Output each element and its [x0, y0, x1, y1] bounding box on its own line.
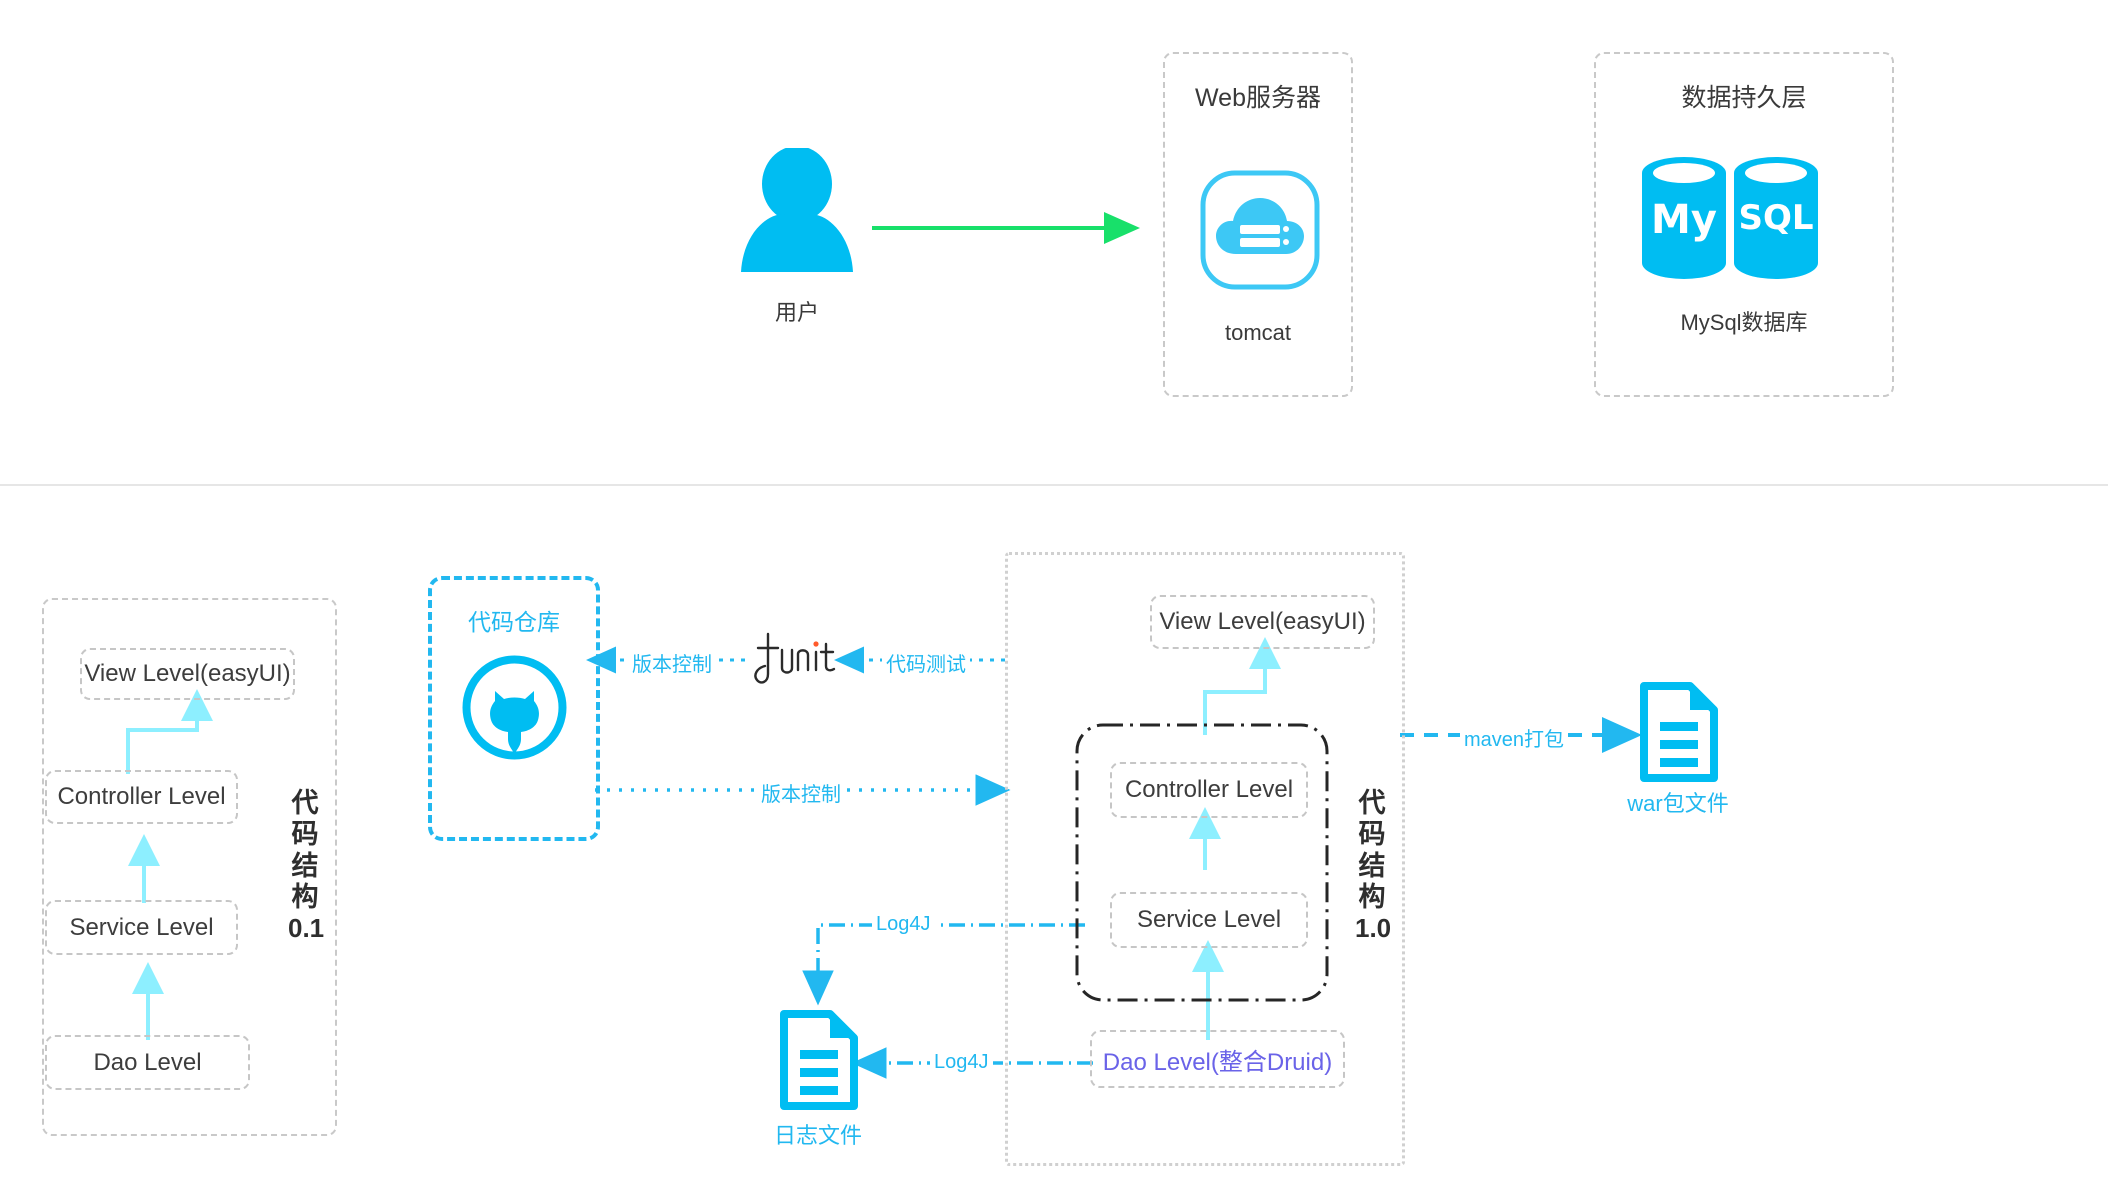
- code-structure-v10-label: 代 码 结 构 1.0: [1355, 788, 1392, 944]
- cloud-server-icon: [1200, 170, 1320, 290]
- vlabel-char: 构: [1358, 881, 1386, 912]
- mysql-icon: My SQL: [1640, 155, 1820, 280]
- vlabel-version: 0.1: [288, 913, 325, 944]
- level-label: Service Level: [1136, 906, 1282, 933]
- edge-label-version-control-main: 版本控制: [757, 778, 845, 807]
- level-label: Dao Level(整合Druid): [1102, 1048, 1333, 1076]
- level-controller-v01: Controller Level: [45, 770, 238, 824]
- vlabel-char: 码: [1358, 819, 1386, 850]
- edge-label-code-test: 代码测试: [882, 648, 970, 677]
- edge-label-log4j-dao: Log4J: [930, 1051, 993, 1074]
- mysql-logo-left: My: [1651, 197, 1717, 243]
- edge-label-log4j-service: Log4J: [872, 913, 935, 936]
- tomcat-label: tomcat: [1224, 320, 1292, 345]
- vlabel-char: 结: [291, 850, 319, 881]
- level-controller-v10: Controller Level: [1110, 762, 1308, 818]
- user-label: 用户: [774, 300, 819, 325]
- log-file-label: 日志文件: [773, 1123, 862, 1148]
- level-dao-v10: Dao Level(整合Druid): [1090, 1030, 1345, 1088]
- level-view-v01: View Level(easyUI): [80, 648, 295, 700]
- level-label: Service Level: [69, 913, 214, 941]
- level-label: Dao Level: [93, 1048, 202, 1076]
- architecture-diagram: 用户 Web服务器 tomcat 数据持久层 My SQL MySql数据库 V…: [0, 0, 2108, 1192]
- level-service-v10: Service Level: [1110, 892, 1308, 948]
- vlabel-char: 代: [1358, 788, 1386, 818]
- mysql-logo-right: SQL: [1738, 198, 1813, 238]
- level-service-v01: Service Level: [45, 900, 238, 955]
- vlabel-char: 码: [291, 819, 319, 850]
- level-dao-v01: Dao Level: [45, 1035, 250, 1090]
- level-label: View Level(easyUI): [84, 660, 291, 687]
- vlabel-char: 代: [291, 788, 319, 818]
- edge-label-maven-package: maven打包: [1460, 723, 1569, 752]
- edge-label-version-control-top: 版本控制: [628, 648, 716, 677]
- vlabel-version: 1.0: [1355, 913, 1392, 944]
- vlabel-char: 构: [291, 881, 319, 912]
- code-repository-title: 代码仓库: [468, 609, 560, 635]
- war-file-label: war包文件: [1627, 791, 1729, 816]
- vlabel-char: 结: [1358, 850, 1386, 881]
- level-label: Controller Level: [57, 783, 226, 810]
- level-label: Controller Level: [1124, 776, 1294, 803]
- section-divider: [0, 484, 2108, 486]
- level-view-v10: View Level(easyUI): [1150, 595, 1375, 649]
- war-file-icon: [1638, 682, 1718, 782]
- code-structure-v01-label: 代 码 结 构 0.1: [288, 788, 325, 944]
- web-server-panel-title: Web服务器: [1195, 84, 1321, 112]
- mysql-label: MySql数据库: [1680, 310, 1808, 335]
- log-file-icon: [778, 1010, 858, 1110]
- github-icon: [462, 655, 567, 760]
- junit-logo: [748, 630, 848, 692]
- user-icon: [737, 146, 857, 273]
- level-label: View Level(easyUI): [1159, 608, 1366, 635]
- persistence-panel-title: 数据持久层: [1681, 84, 1807, 112]
